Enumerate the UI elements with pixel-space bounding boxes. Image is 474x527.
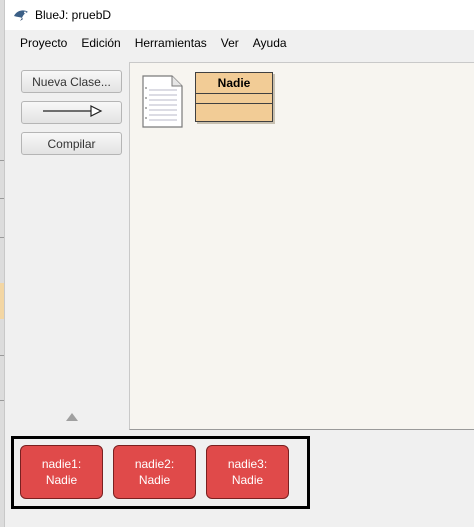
window-title: BlueJ: pruebD: [35, 8, 112, 22]
class-fields-section: [196, 94, 272, 104]
class-diagram-canvas[interactable]: Nadie: [129, 62, 474, 430]
object-instance-name: nadie3:: [227, 457, 268, 471]
readme-document-icon[interactable]: [141, 74, 184, 129]
new-inheritance-arrow-button[interactable]: [21, 101, 122, 124]
object-type-name: Nadie: [138, 473, 171, 487]
inheritance-arrow-icon: [41, 105, 103, 120]
menu-ayuda[interactable]: Ayuda: [246, 32, 294, 54]
menu-ver[interactable]: Ver: [214, 32, 246, 54]
object-nadie2[interactable]: nadie2: Nadie: [113, 445, 196, 499]
bluej-window: BlueJ: pruebD Proyecto Edición Herramien…: [4, 0, 474, 527]
object-type-name: Nadie: [231, 473, 264, 487]
title-bar: BlueJ: pruebD: [5, 0, 474, 30]
object-nadie1[interactable]: nadie1: Nadie: [20, 445, 103, 499]
object-instance-name: nadie1:: [41, 457, 82, 471]
class-name: Nadie: [196, 73, 272, 94]
collapse-arrow-icon[interactable]: [66, 413, 78, 421]
new-class-button[interactable]: Nueva Clase...: [21, 70, 122, 93]
menu-edicion[interactable]: Edición: [74, 32, 127, 54]
object-bench: nadie1: Nadie nadie2: Nadie nadie3: Nadi…: [11, 436, 310, 509]
menu-bar: Proyecto Edición Herramientas Ver Ayuda: [5, 32, 474, 54]
class-nadie[interactable]: Nadie: [195, 72, 273, 122]
object-nadie3[interactable]: nadie3: Nadie: [206, 445, 289, 499]
menu-proyecto[interactable]: Proyecto: [13, 32, 74, 54]
bluej-bird-icon: [13, 8, 29, 22]
menu-herramientas[interactable]: Herramientas: [128, 32, 214, 54]
tool-panel: Nueva Clase... Compilar: [5, 62, 129, 432]
object-instance-name: nadie2:: [134, 457, 175, 471]
compile-button[interactable]: Compilar: [21, 132, 122, 155]
object-type-name: Nadie: [45, 473, 78, 487]
